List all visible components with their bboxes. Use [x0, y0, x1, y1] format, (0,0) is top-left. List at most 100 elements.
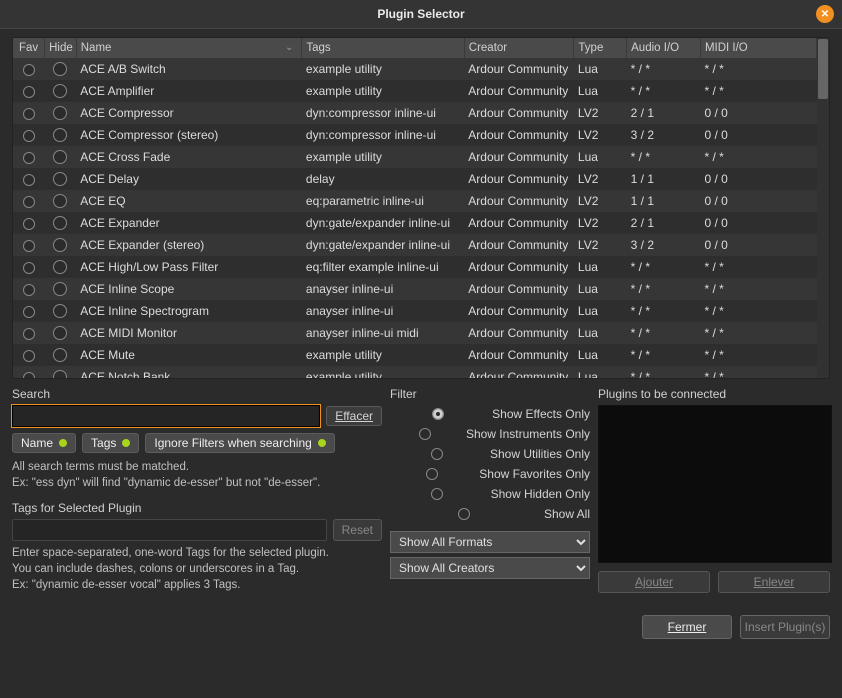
table-row[interactable]: ACE Notch Bank example utility Ardour Co… — [13, 366, 817, 378]
table-row[interactable]: ACE Expander dyn:gate/expander inline-ui… — [13, 212, 817, 234]
hide-radio[interactable] — [53, 84, 67, 98]
hide-radio[interactable] — [53, 128, 67, 142]
filter-radio[interactable]: Show Effects Only — [390, 407, 590, 421]
table-row[interactable]: ACE Inline Scope anayser inline-ui Ardou… — [13, 278, 817, 300]
fav-radio[interactable] — [23, 240, 35, 252]
add-button[interactable]: Ajouter — [598, 571, 710, 593]
table-row[interactable]: ACE EQ eq:parametric inline-ui Ardour Co… — [13, 190, 817, 212]
fav-radio[interactable] — [23, 64, 35, 76]
plugin-name: ACE Amplifier — [76, 80, 302, 102]
fav-radio[interactable] — [23, 174, 35, 186]
plugin-name: ACE High/Low Pass Filter — [76, 256, 302, 278]
plugin-type: LV2 — [574, 234, 627, 256]
close-icon[interactable]: ✕ — [816, 5, 834, 23]
column-midiio[interactable]: MIDI I/O — [700, 38, 816, 58]
chip-name[interactable]: Name — [12, 433, 76, 453]
filter-creator-combo[interactable]: Show All Creators — [390, 557, 590, 579]
table-row[interactable]: ACE High/Low Pass Filter eq:filter examp… — [13, 256, 817, 278]
fav-radio[interactable] — [23, 284, 35, 296]
fav-radio[interactable] — [23, 372, 35, 378]
plugin-scrollbar[interactable] — [817, 38, 829, 378]
column-audioio[interactable]: Audio I/O — [627, 38, 701, 58]
table-row[interactable]: ACE Mute example utility Ardour Communit… — [13, 344, 817, 366]
filter-format-combo[interactable]: Show All Formats — [390, 531, 590, 553]
plugin-creator: Ardour Community — [464, 344, 574, 366]
table-row[interactable]: ACE A/B Switch example utility Ardour Co… — [13, 58, 817, 80]
hide-radio[interactable] — [53, 238, 67, 252]
hide-radio[interactable] — [53, 62, 67, 76]
fav-radio[interactable] — [23, 196, 35, 208]
plugin-tags: example utility — [302, 58, 464, 80]
filter-radio-label: Show All — [544, 507, 590, 521]
hide-radio[interactable] — [53, 304, 67, 318]
filter-radio-label: Show Utilities Only — [490, 447, 590, 461]
column-creator[interactable]: Creator — [464, 38, 574, 58]
plugin-table: Fav Hide Name ⌄ Tags Creator Type Audio … — [13, 38, 817, 378]
plugin-tags: dyn:compressor inline-ui — [302, 124, 464, 146]
search-input[interactable] — [12, 405, 320, 427]
chip-tags[interactable]: Tags — [82, 433, 139, 453]
hide-radio[interactable] — [53, 172, 67, 186]
plugin-creator: Ardour Community — [464, 190, 574, 212]
tags-input[interactable] — [12, 519, 327, 541]
hide-radio[interactable] — [53, 370, 67, 378]
filter-radio[interactable]: Show Favorites Only — [390, 467, 590, 481]
plugin-name: ACE EQ — [76, 190, 302, 212]
tags-reset-button[interactable]: Reset — [333, 519, 382, 541]
filter-radio[interactable]: Show Hidden Only — [390, 487, 590, 501]
plugin-audio-io: 2 / 1 — [627, 102, 701, 124]
column-type[interactable]: Type — [574, 38, 627, 58]
fav-radio[interactable] — [23, 262, 35, 274]
table-row[interactable]: ACE Compressor (stereo) dyn:compressor i… — [13, 124, 817, 146]
filter-heading: Filter — [390, 387, 590, 401]
remove-button-label: Enlever — [754, 575, 795, 589]
hide-radio[interactable] — [53, 194, 67, 208]
plugin-name: ACE Delay — [76, 168, 302, 190]
insert-plugins-button[interactable]: Insert Plugin(s) — [740, 615, 830, 639]
fav-radio[interactable] — [23, 306, 35, 318]
radio-icon — [431, 488, 443, 500]
table-row[interactable]: ACE Compressor dyn:compressor inline-ui … — [13, 102, 817, 124]
plugin-tags: dyn:gate/expander inline-ui — [302, 234, 464, 256]
tags-hint-2: You can include dashes, colons or unders… — [12, 561, 382, 577]
chip-on-icon — [59, 439, 67, 447]
hide-radio[interactable] — [53, 106, 67, 120]
table-row[interactable]: ACE Cross Fade example utility Ardour Co… — [13, 146, 817, 168]
column-name[interactable]: Name ⌄ — [76, 38, 302, 58]
fav-radio[interactable] — [23, 328, 35, 340]
hide-radio[interactable] — [53, 348, 67, 362]
plugin-tags: example utility — [302, 146, 464, 168]
hide-radio[interactable] — [53, 150, 67, 164]
fav-radio[interactable] — [23, 108, 35, 120]
hide-radio[interactable] — [53, 216, 67, 230]
fav-radio[interactable] — [23, 86, 35, 98]
table-row[interactable]: ACE Expander (stereo) dyn:gate/expander … — [13, 234, 817, 256]
chip-ignore-filters[interactable]: Ignore Filters when searching — [145, 433, 334, 453]
plugin-midi-io: * / * — [700, 322, 816, 344]
clear-search-button[interactable]: Effacer — [326, 406, 382, 426]
hide-radio[interactable] — [53, 282, 67, 296]
fav-radio[interactable] — [23, 218, 35, 230]
table-row[interactable]: ACE Amplifier example utility Ardour Com… — [13, 80, 817, 102]
filter-radio[interactable]: Show All — [390, 507, 590, 521]
connect-list[interactable] — [598, 405, 832, 563]
plugin-tags: dyn:compressor inline-ui — [302, 102, 464, 124]
plugin-midi-io: * / * — [700, 146, 816, 168]
table-row[interactable]: ACE Inline Spectrogram anayser inline-ui… — [13, 300, 817, 322]
fav-radio[interactable] — [23, 350, 35, 362]
filter-radio[interactable]: Show Instruments Only — [390, 427, 590, 441]
filter-radio[interactable]: Show Utilities Only — [390, 447, 590, 461]
fav-radio[interactable] — [23, 130, 35, 142]
table-row[interactable]: ACE Delay delay Ardour Community LV2 1 /… — [13, 168, 817, 190]
hide-radio[interactable] — [53, 260, 67, 274]
column-tags[interactable]: Tags — [302, 38, 464, 58]
plugin-name: ACE Inline Scope — [76, 278, 302, 300]
fav-radio[interactable] — [23, 152, 35, 164]
plugin-midi-io: 0 / 0 — [700, 190, 816, 212]
hide-radio[interactable] — [53, 326, 67, 340]
table-row[interactable]: ACE MIDI Monitor anayser inline-ui midi … — [13, 322, 817, 344]
column-hide[interactable]: Hide — [45, 38, 77, 58]
column-fav[interactable]: Fav — [13, 38, 45, 58]
close-button[interactable]: Fermer — [642, 615, 732, 639]
remove-button[interactable]: Enlever — [718, 571, 830, 593]
